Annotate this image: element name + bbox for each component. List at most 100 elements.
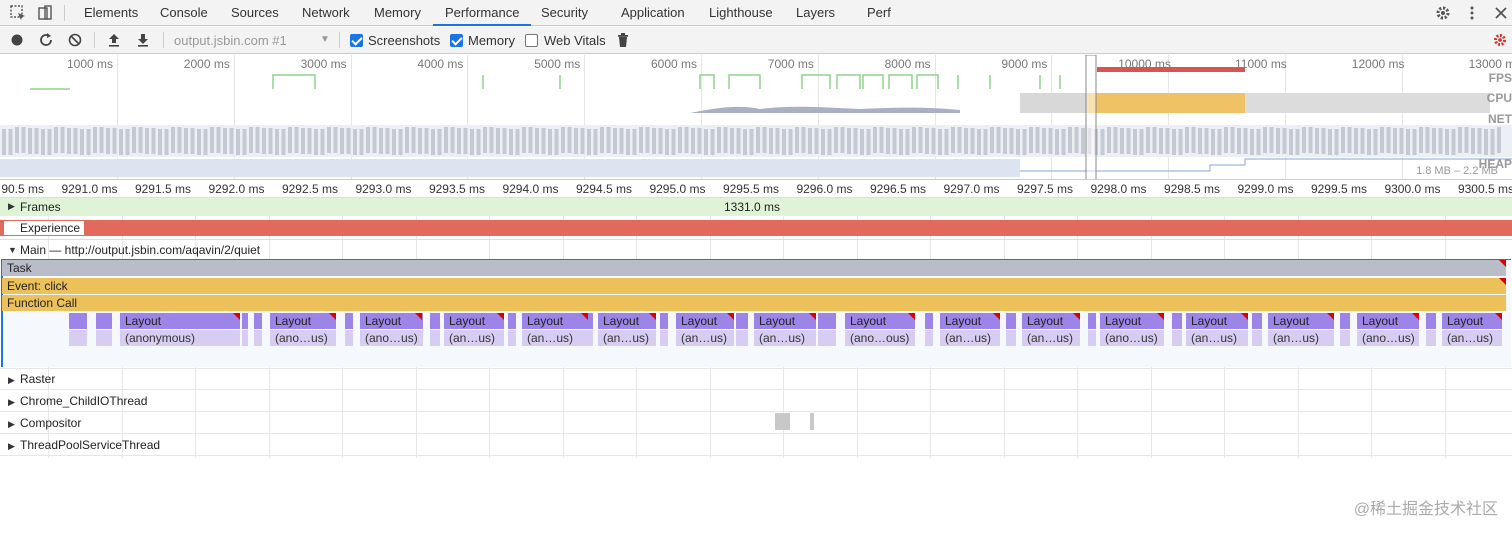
layout-block[interactable]: Layout [754, 313, 816, 329]
layout-block[interactable]: Layout [1022, 313, 1080, 329]
small-call-block[interactable] [69, 330, 87, 346]
tab-perf[interactable]: Perf [867, 0, 891, 26]
child-io-thread-label[interactable]: Chrome_ChildIOThread [20, 394, 147, 408]
small-call-block[interactable] [1252, 330, 1262, 346]
tab-security[interactable]: Security [541, 0, 588, 26]
anonymous-function-block[interactable]: (ano…us) [270, 330, 336, 346]
layout-block[interactable]: Layout [1357, 313, 1419, 329]
small-call-block[interactable] [1340, 313, 1350, 329]
compositor-event[interactable] [775, 413, 790, 430]
clear-icon[interactable] [67, 32, 83, 48]
more-options-icon[interactable] [1463, 4, 1481, 22]
trash-icon[interactable] [615, 32, 631, 48]
layout-block[interactable]: Layout [676, 313, 734, 329]
tab-lighthouse[interactable]: Lighthouse [709, 0, 773, 26]
tab-elements[interactable]: Elements [84, 0, 138, 26]
gear-icon[interactable] [1434, 4, 1452, 22]
layout-block[interactable]: Layout [598, 313, 656, 329]
small-call-block[interactable] [1088, 313, 1096, 329]
small-call-block[interactable] [660, 313, 668, 329]
layout-block[interactable]: Layout [940, 313, 1000, 329]
upload-icon[interactable] [106, 32, 122, 48]
small-call-block[interactable] [1426, 330, 1436, 346]
anonymous-function-block[interactable]: (an…us) [1442, 330, 1502, 346]
small-call-block[interactable] [736, 330, 748, 346]
experience-bar[interactable] [0, 220, 1512, 236]
small-call-block[interactable] [1088, 330, 1096, 346]
small-call-block[interactable] [1006, 313, 1016, 329]
layout-block[interactable]: Layout [444, 313, 504, 329]
small-call-block[interactable] [818, 330, 836, 346]
small-call-block[interactable] [345, 330, 353, 346]
layout-block[interactable]: Layout [1186, 313, 1248, 329]
anonymous-function-block[interactable]: (ano…us) [360, 330, 422, 346]
anonymous-function-block[interactable]: (an…us) [444, 330, 504, 346]
event-click-bar[interactable]: Event: click [2, 278, 1506, 294]
anonymous-function-block[interactable]: (ano…ous) [845, 330, 915, 346]
small-call-block[interactable] [508, 330, 516, 346]
recording-select[interactable]: output.jsbin.com #1 [174, 33, 287, 48]
threadpool-track-label[interactable]: ThreadPoolServiceThread [20, 438, 160, 452]
anonymous-function-block[interactable]: (an…us) [598, 330, 656, 346]
anonymous-function-block[interactable]: (ano…us) [1100, 330, 1164, 346]
tab-memory[interactable]: Memory [374, 0, 421, 26]
layout-block[interactable]: Layout [1442, 313, 1502, 329]
web-vitals-checkbox[interactable] [525, 34, 538, 47]
layout-block[interactable]: Layout [845, 313, 915, 329]
inspect-element-icon[interactable] [9, 4, 27, 22]
close-icon[interactable] [1492, 4, 1510, 22]
small-call-block[interactable] [1006, 330, 1016, 346]
small-call-block[interactable] [925, 313, 933, 329]
small-call-block[interactable] [100, 330, 112, 346]
small-call-block[interactable] [736, 313, 748, 329]
record-icon[interactable] [9, 32, 25, 48]
anonymous-function-block[interactable]: (an…us) [754, 330, 816, 346]
small-call-block[interactable] [242, 330, 248, 346]
screenshots-checkbox[interactable] [350, 34, 363, 47]
task-bar[interactable]: Task [2, 260, 1506, 276]
function-call-bar[interactable]: Function Call [2, 295, 1506, 311]
timeline-overview[interactable]: 1000 ms 2000 ms 3000 ms 4000 ms 5000 ms 6000 … [0, 55, 1512, 180]
small-call-block[interactable] [254, 313, 262, 329]
small-call-block[interactable] [430, 330, 440, 346]
tab-application[interactable]: Application [621, 0, 685, 26]
small-call-block[interactable] [1252, 313, 1262, 329]
anonymous-function-block[interactable]: (ano…us) [1357, 330, 1419, 346]
tab-layers[interactable]: Layers [796, 0, 835, 26]
expand-triangle-icon[interactable]: ▶ [8, 201, 15, 212]
anonymous-function-block[interactable]: (an…us) [1268, 330, 1334, 346]
frame-duration[interactable]: 1331.0 ms [724, 200, 780, 214]
layout-block[interactable]: Layout [522, 313, 588, 329]
compositor-track-label[interactable]: Compositor [20, 416, 81, 430]
device-toolbar-icon[interactable] [36, 4, 54, 22]
small-call-block[interactable] [1340, 330, 1350, 346]
anonymous-function-block[interactable]: (an…us) [676, 330, 734, 346]
anonymous-function-block[interactable]: (an…us) [940, 330, 1000, 346]
small-call-block[interactable] [1172, 330, 1182, 346]
layout-block[interactable]: Layout [270, 313, 336, 329]
small-call-block[interactable] [1172, 313, 1182, 329]
capture-settings-gear-icon[interactable] [1492, 32, 1508, 48]
expand-triangle-icon[interactable]: ▶ [8, 441, 15, 452]
tab-sources[interactable]: Sources [231, 0, 279, 26]
tab-network[interactable]: Network [302, 0, 350, 26]
reload-icon[interactable] [38, 32, 54, 48]
anonymous-function-block[interactable]: (an…us) [1186, 330, 1248, 346]
expand-triangle-icon[interactable]: ▶ [8, 397, 15, 408]
layout-block[interactable]: Layout [120, 313, 240, 329]
flame-chart[interactable]: ▶ Frames 1331.0 ms Experience ▼ Main — h… [0, 198, 1512, 537]
small-call-block[interactable] [1426, 313, 1436, 329]
anonymous-function-block[interactable]: (anonymous) [120, 330, 240, 346]
layout-block[interactable]: Layout [360, 313, 422, 329]
compositor-event[interactable] [810, 413, 814, 430]
small-call-block[interactable] [660, 330, 668, 346]
small-call-block[interactable] [345, 313, 353, 329]
small-call-block[interactable] [430, 313, 440, 329]
collapse-triangle-icon[interactable]: ▼ [8, 245, 17, 255]
tab-console[interactable]: Console [160, 0, 208, 26]
small-call-block[interactable] [254, 330, 262, 346]
small-call-block[interactable] [925, 330, 933, 346]
expand-triangle-icon[interactable]: ▶ [8, 375, 15, 386]
download-icon[interactable] [135, 32, 151, 48]
small-call-block[interactable] [242, 313, 248, 329]
